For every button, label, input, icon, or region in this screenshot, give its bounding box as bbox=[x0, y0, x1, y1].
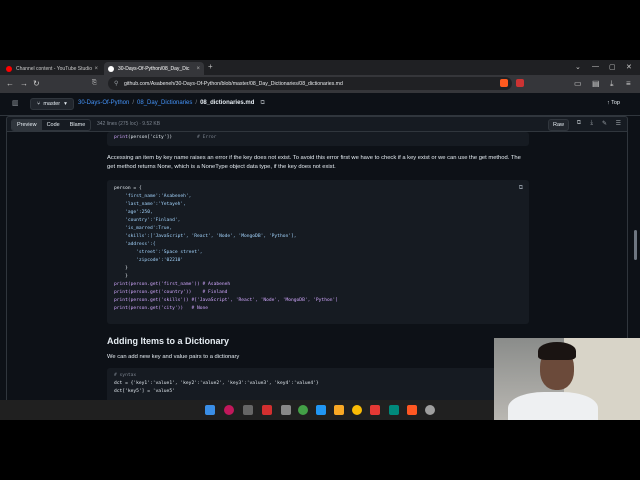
breadcrumb-separator: / bbox=[195, 100, 198, 106]
brave-icon[interactable] bbox=[407, 405, 417, 415]
code-line: 'skills':['JavaScript', 'React', 'Node',… bbox=[114, 234, 297, 239]
code-line: print(person['city']) # Error bbox=[114, 135, 217, 140]
code-line: 'is_marred':True, bbox=[114, 226, 173, 231]
outline-icon[interactable]: ☰ bbox=[616, 120, 621, 127]
close-icon[interactable]: × bbox=[94, 66, 98, 72]
code-line: print(person.get('country')) # Finland bbox=[114, 290, 228, 295]
branch-label: master bbox=[43, 101, 61, 107]
app-icon[interactable] bbox=[224, 405, 234, 415]
start-icon[interactable] bbox=[205, 405, 215, 415]
edit-icon[interactable]: ✎ bbox=[602, 120, 607, 127]
sidebar-icon[interactable]: ▭ bbox=[574, 79, 582, 88]
paragraph: We can add new key and value pairs to a … bbox=[107, 354, 240, 360]
app-icon[interactable] bbox=[425, 405, 435, 415]
back-icon[interactable]: ← bbox=[6, 79, 14, 88]
tab-label: 30-Days-Of-Python/08_Day_Dic bbox=[118, 65, 190, 72]
person-hair bbox=[538, 342, 576, 360]
breadcrumb: 30-Days-Of-Python / 08_Day_Dictionaries … bbox=[78, 100, 265, 107]
code-line: 'age':250, bbox=[114, 210, 153, 215]
person-body bbox=[508, 392, 598, 420]
app-icon[interactable] bbox=[389, 405, 399, 415]
chrome-icon[interactable] bbox=[352, 405, 362, 415]
code-line: dct['key5'] = 'value5' bbox=[114, 389, 175, 394]
scrollbar-thumb[interactable] bbox=[634, 230, 637, 260]
tab-youtube-studio[interactable]: Channel content - YouTube Studio × bbox=[2, 62, 102, 75]
app-icon[interactable] bbox=[298, 405, 308, 415]
bookmark-icon[interactable]: ⎘ bbox=[92, 80, 97, 87]
brave-shield-icon[interactable] bbox=[500, 79, 508, 87]
side-panel-icon[interactable]: ▥ bbox=[12, 99, 19, 107]
app-icon[interactable] bbox=[370, 405, 380, 415]
brave-rewards-icon[interactable] bbox=[516, 79, 524, 87]
code-line: } bbox=[114, 274, 128, 279]
breadcrumb-repo[interactable]: 30-Days-Of-Python bbox=[78, 100, 129, 107]
site-info-icon[interactable]: ⚲ bbox=[114, 80, 118, 87]
browser-toolbar: ← → ↻ ⎘ ⚲ github.com/Asabeneh/30-Days-Of… bbox=[0, 75, 640, 93]
wallet-icon[interactable]: ▤ bbox=[592, 79, 600, 88]
menu-icon[interactable]: ≡ bbox=[626, 79, 631, 88]
view-mode-tabs: Preview Code Blame bbox=[11, 119, 92, 131]
breadcrumb-separator: / bbox=[132, 100, 135, 106]
copy-icon[interactable]: ⧉ bbox=[577, 120, 581, 127]
code-line: print(person.get('city')) # None bbox=[114, 306, 209, 311]
maximize-icon[interactable]: ▢ bbox=[609, 63, 616, 71]
code-line: } bbox=[114, 266, 128, 271]
breadcrumb-file: 08_dictionaries.md bbox=[200, 100, 255, 106]
file-meta: 342 lines (275 loc) · 9.52 KB bbox=[97, 121, 161, 127]
webcam-overlay bbox=[494, 338, 640, 420]
code-line: # syntax bbox=[114, 373, 137, 378]
github-file-header: ▥ ⑂ master ▾ 30-Days-Of-Python / 08_Day_… bbox=[0, 93, 640, 116]
youtube-icon bbox=[6, 65, 12, 72]
folder-icon[interactable] bbox=[334, 405, 344, 415]
tab-preview[interactable]: Preview bbox=[12, 120, 42, 130]
code-line: print(person.get('skills')) #['JavaScrip… bbox=[114, 298, 339, 303]
app-icon[interactable] bbox=[281, 405, 291, 415]
branch-icon: ⑂ bbox=[37, 101, 41, 107]
download-icon[interactable]: ⤓ bbox=[610, 79, 614, 89]
url-text: github.com/Asabeneh/30-Days-Of-Python/bl… bbox=[124, 80, 343, 87]
copy-path-icon[interactable]: ⧉ bbox=[260, 100, 264, 107]
camera-icon[interactable] bbox=[243, 405, 253, 415]
forward-icon[interactable]: → bbox=[20, 79, 28, 88]
tab-code[interactable]: Code bbox=[42, 120, 65, 130]
code-line: person = { bbox=[114, 186, 142, 191]
github-icon bbox=[108, 65, 114, 72]
paragraph: Accessing an item by key name raises an … bbox=[107, 155, 521, 170]
tab-blame[interactable]: Blame bbox=[65, 120, 91, 130]
code-line: 'first_name':'Asabeneh', bbox=[114, 194, 192, 199]
branch-selector[interactable]: ⑂ master ▾ bbox=[30, 98, 74, 110]
browser-tab-strip: Channel content - YouTube Studio × 30-Da… bbox=[0, 60, 640, 75]
code-line: print(person.get('first_name')) # Asaben… bbox=[114, 282, 231, 287]
top-button[interactable]: ↑ Top bbox=[607, 100, 620, 106]
code-line: 'address':{ bbox=[114, 242, 156, 247]
app-icon[interactable] bbox=[316, 405, 326, 415]
code-block: print(person['city']) # Error bbox=[107, 132, 529, 146]
code-line: 'last_name':'Yetayeh', bbox=[114, 202, 186, 207]
top-label: Top bbox=[611, 100, 620, 106]
address-bar[interactable]: ⚲ github.com/Asabeneh/30-Days-Of-Python/… bbox=[108, 77, 512, 90]
tab-github[interactable]: 30-Days-Of-Python/08_Day_Dic × bbox=[104, 62, 204, 75]
code-line: dct = {'key1':'value1', 'key2':'value2',… bbox=[114, 381, 319, 386]
reload-icon[interactable]: ↻ bbox=[33, 79, 40, 88]
copy-icon[interactable]: ⧉ bbox=[519, 184, 523, 192]
code-line: 'street':'Space street', bbox=[114, 250, 203, 255]
close-icon[interactable]: × bbox=[196, 66, 200, 72]
breadcrumb-folder[interactable]: 08_Day_Dictionaries bbox=[137, 100, 192, 107]
code-line: 'country':'Finland', bbox=[114, 218, 181, 223]
download-file-icon[interactable]: ⤓ bbox=[590, 120, 593, 127]
screen: Channel content - YouTube Studio × 30-Da… bbox=[0, 60, 640, 420]
file-toolbar: Preview Code Blame 342 lines (275 loc) ·… bbox=[6, 116, 628, 132]
minimize-icon[interactable]: — bbox=[592, 63, 599, 70]
tab-label: Channel content - YouTube Studio bbox=[16, 65, 92, 72]
code-line: 'zipcode':'02210' bbox=[114, 258, 184, 263]
chevron-down-icon: ▾ bbox=[64, 101, 67, 107]
app-icon[interactable] bbox=[262, 405, 272, 415]
new-tab-button[interactable]: + bbox=[208, 62, 213, 71]
raw-button[interactable]: Raw bbox=[547, 119, 569, 131]
code-block: ⧉ person = { 'first_name':'Asabeneh', 'l… bbox=[107, 180, 529, 324]
tab-search-icon[interactable]: ⌄ bbox=[575, 63, 581, 71]
window-close-icon[interactable]: ✕ bbox=[626, 63, 632, 71]
section-heading: Adding Items to a Dictionary bbox=[107, 336, 230, 346]
